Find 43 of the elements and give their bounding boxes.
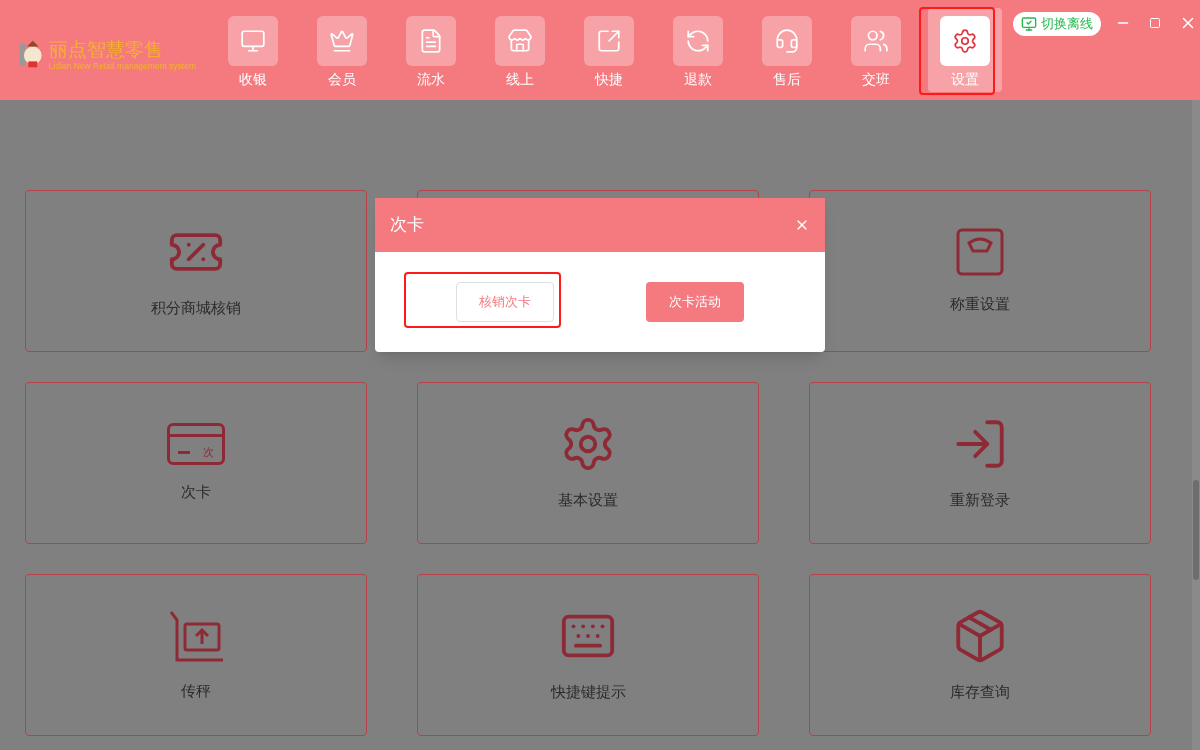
nav-tab[interactable]: 退款 xyxy=(660,8,735,92)
headset-icon xyxy=(773,28,800,54)
settings-tile[interactable]: 重新登录 xyxy=(809,382,1151,544)
nav-tab[interactable]: 线上 xyxy=(482,8,557,92)
maximize-icon[interactable] xyxy=(1149,17,1161,29)
dialog-button[interactable]: 核销次卡 xyxy=(456,282,554,322)
settings-tile[interactable]: 积分商城核销 xyxy=(25,190,367,352)
settings-tile[interactable]: 称重设置 xyxy=(809,190,1151,352)
crown-icon xyxy=(328,28,355,54)
tile-label: 快捷键提示 xyxy=(550,681,626,703)
settings-tile[interactable]: 库存查询 xyxy=(809,574,1151,736)
arrow-square-icon xyxy=(595,28,622,54)
dialog-button[interactable]: 次卡活动 xyxy=(646,282,744,322)
nav-tab[interactable]: 收银 xyxy=(215,8,290,92)
monitor-icon xyxy=(239,28,266,54)
settings-icon xyxy=(951,28,978,54)
dialog-title: 次卡 xyxy=(390,213,424,237)
settings-tile[interactable]: 快捷键提示 xyxy=(417,574,759,736)
users-icon xyxy=(862,28,889,54)
tile-label: 库存查询 xyxy=(950,681,1010,703)
settings-tile[interactable]: 基本设置 xyxy=(417,382,759,544)
settings-tile[interactable]: 传秤 xyxy=(25,574,367,736)
nav-tab[interactable]: 设置 xyxy=(927,8,1002,92)
nav-tab[interactable]: 会员 xyxy=(304,8,379,92)
scale-icon xyxy=(955,226,1005,277)
tile-label: 次卡 xyxy=(181,481,211,503)
nav-tab[interactable]: 快捷 xyxy=(571,8,646,92)
nav-tab[interactable]: 售后 xyxy=(749,8,824,92)
tile-label: 基本设置 xyxy=(558,489,618,511)
card-icon: 次 xyxy=(167,422,225,465)
tile-label: 积分商城核销 xyxy=(151,297,241,319)
tile-label: 传秤 xyxy=(181,680,211,702)
settings-tile[interactable]: 次 次卡 xyxy=(25,382,367,544)
nav-tab[interactable]: 交班 xyxy=(838,8,913,92)
logo-title: 丽点智慧零售 xyxy=(48,37,164,61)
refresh-icon xyxy=(684,28,711,54)
offline-button[interactable]: 切换离线 xyxy=(1013,12,1101,36)
nav-tab[interactable]: 流水 xyxy=(393,8,468,92)
tile-label: 称重设置 xyxy=(950,293,1010,315)
tile-label: 重新登录 xyxy=(950,489,1010,511)
monitor-check-icon xyxy=(1021,16,1037,32)
logo-subtitle: Lidian New Retail management system xyxy=(48,61,196,71)
store-icon xyxy=(506,28,533,54)
